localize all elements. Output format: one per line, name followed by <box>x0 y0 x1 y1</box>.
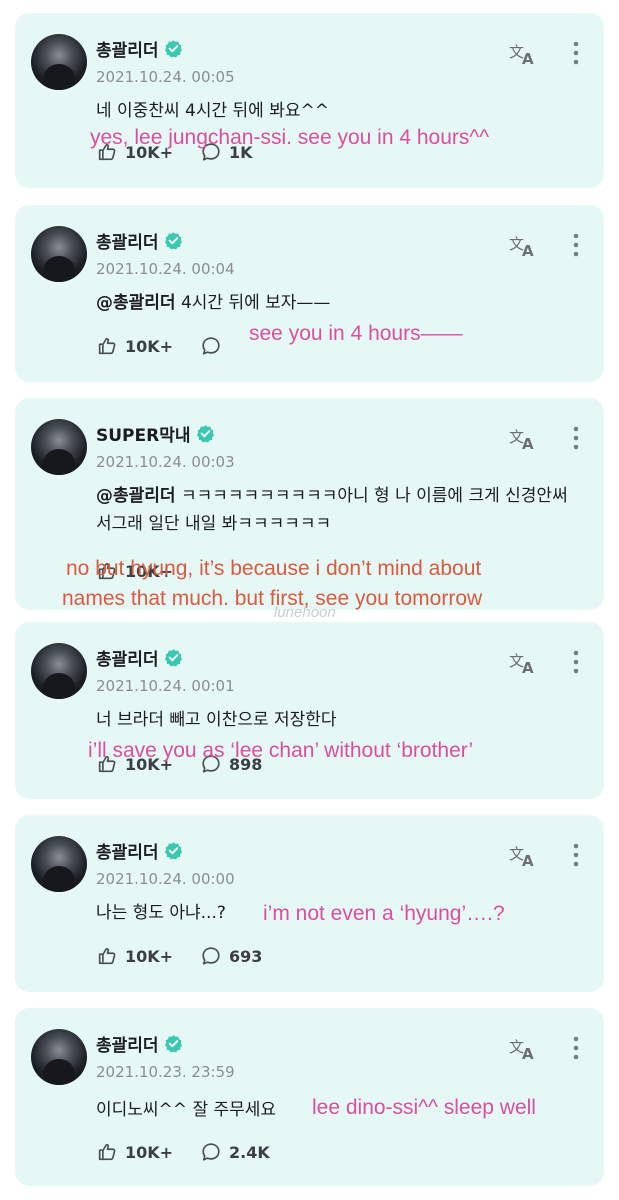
avatar[interactable] <box>31 1029 87 1085</box>
translation-caption: i’ll save you as ‘lee chan’ without ‘bro… <box>88 739 474 762</box>
comment-button[interactable] <box>200 335 229 357</box>
more-options-icon[interactable] <box>570 425 582 451</box>
verified-badge-icon <box>164 648 183 667</box>
author-name[interactable]: 총괄리더 <box>96 838 159 863</box>
comment-count: 2.4K <box>229 1142 270 1162</box>
comment-icon <box>200 945 222 967</box>
more-options-icon[interactable] <box>570 649 582 675</box>
verified-badge-icon <box>196 424 215 443</box>
translate-icon[interactable] <box>509 843 539 869</box>
translate-icon[interactable] <box>509 650 539 676</box>
like-icon <box>96 1141 118 1163</box>
like-button[interactable]: 10K+ <box>96 335 173 357</box>
more-options-icon[interactable] <box>570 1035 582 1061</box>
comment-icon <box>200 335 222 357</box>
avatar[interactable] <box>31 226 87 282</box>
author-name[interactable]: 총괄리더 <box>96 645 159 670</box>
post-card[interactable]: 총괄리더 2021.10.24. 00:00 나는 형도 아냐...? 10K+… <box>15 815 604 992</box>
author-name[interactable]: 총괄리더 <box>96 1031 159 1056</box>
avatar[interactable] <box>31 643 87 699</box>
like-icon <box>96 945 118 967</box>
post-card[interactable]: 총괄리더 2021.10.24. 00:05 네 이중찬씨 4시간 뒤에 봐요^… <box>15 13 604 188</box>
post-date: 2021.10.24. 00:01 <box>96 677 235 695</box>
post-text: 너 브라더 빼고 이찬으로 저장한다 <box>96 710 337 730</box>
verified-badge-icon <box>164 231 183 250</box>
post-date: 2021.10.23. 23:59 <box>96 1063 235 1081</box>
post-date: 2021.10.24. 00:04 <box>96 260 235 278</box>
verified-badge-icon <box>164 841 183 860</box>
post-text: @총괄리더 ㅋㅋㅋㅋㅋㅋㅋㅋㅋㅋ아니 형 나 이름에 크게 신경안써서그래 일단… <box>96 486 568 534</box>
post-date: 2021.10.24. 00:00 <box>96 870 235 888</box>
verified-badge-icon <box>164 1034 183 1053</box>
translate-icon[interactable] <box>509 233 539 259</box>
avatar[interactable] <box>31 34 87 90</box>
translate-icon[interactable] <box>509 41 539 67</box>
author-name[interactable]: 총괄리더 <box>96 228 159 253</box>
translate-icon[interactable] <box>509 1036 539 1062</box>
verified-badge-icon <box>164 39 183 58</box>
post-card[interactable]: 총괄리더 2021.10.23. 23:59 이디노씨^^ 잘 주무세요 10K… <box>15 1008 604 1186</box>
like-count: 10K+ <box>125 946 174 966</box>
translation-caption: see you in 4 hours—— <box>249 322 463 345</box>
comment-button[interactable]: 693 <box>200 945 262 967</box>
more-options-icon[interactable] <box>570 232 582 258</box>
post-date: 2021.10.24. 00:03 <box>96 453 235 471</box>
like-button[interactable]: 10K+ <box>96 1141 173 1163</box>
like-count: 10K+ <box>125 336 174 356</box>
translation-caption: lee dino-ssi^^ sleep well <box>312 1096 536 1119</box>
like-icon <box>96 335 118 357</box>
post-card[interactable]: 총괄리더 2021.10.24. 00:01 너 브라더 빼고 이찬으로 저장한… <box>15 622 604 799</box>
author-name[interactable]: SUPER막내 <box>96 421 191 446</box>
translation-caption-line2: names that much. but first, see you tomo… <box>62 587 483 610</box>
post-card[interactable]: 총괄리더 2021.10.24. 00:04 @총괄리더 4시간 뒤에 보자——… <box>15 205 604 382</box>
translation-caption: i’m not even a ‘hyung’….? <box>263 902 505 925</box>
avatar[interactable] <box>31 419 87 475</box>
comment-count: 693 <box>229 946 263 966</box>
translation-caption: yes, lee jungchan-ssi. see you in 4 hour… <box>90 126 490 149</box>
post-date: 2021.10.24. 00:05 <box>96 68 235 86</box>
comment-button[interactable]: 2.4K <box>200 1141 270 1163</box>
translation-caption-line1: no but hyung, it’s because i don’t mind … <box>66 557 482 580</box>
like-count: 10K+ <box>125 1142 174 1162</box>
watermark: lunehoon <box>274 604 336 621</box>
like-button[interactable]: 10K+ <box>96 945 173 967</box>
avatar[interactable] <box>31 836 87 892</box>
post-text: 네 이중찬씨 4시간 뒤에 봐요^^ <box>96 101 329 121</box>
post-text: 이디노씨^^ 잘 주무세요 <box>96 1100 277 1120</box>
post-text: @총괄리더 4시간 뒤에 보자—— <box>96 293 331 313</box>
more-options-icon[interactable] <box>570 842 582 868</box>
mention-link[interactable]: @총괄리더 <box>96 486 176 506</box>
translate-icon[interactable] <box>509 426 539 452</box>
post-text: 나는 형도 아냐...? <box>96 903 226 923</box>
comment-icon <box>200 1141 222 1163</box>
author-name[interactable]: 총괄리더 <box>96 36 159 61</box>
more-options-icon[interactable] <box>570 40 582 66</box>
mention-link[interactable]: @총괄리더 <box>96 293 176 313</box>
